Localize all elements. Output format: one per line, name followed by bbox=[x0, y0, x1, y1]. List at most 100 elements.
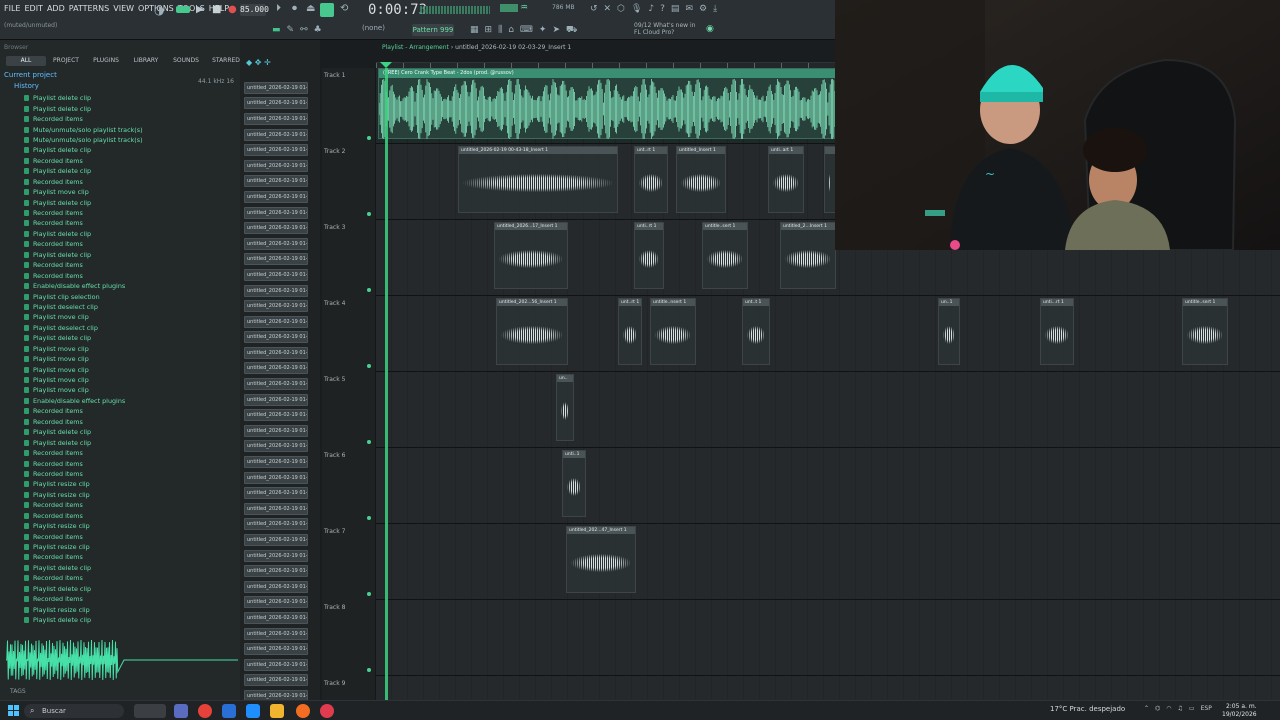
history-item[interactable]: Playlist delete clip bbox=[24, 427, 236, 437]
clip-source-item[interactable]: untitled_2026-02-19 01- bbox=[244, 80, 314, 96]
track-mute-led[interactable] bbox=[367, 288, 371, 292]
history-item[interactable]: Playlist delete clip bbox=[24, 437, 236, 447]
record-icon[interactable]: ● bbox=[228, 4, 237, 15]
track-mute-led[interactable] bbox=[367, 668, 371, 672]
link-icon[interactable]: ⚯ bbox=[300, 25, 308, 35]
news-ticker[interactable]: 09/12 What's new in FL Cloud Pro? bbox=[634, 22, 704, 36]
history-item[interactable]: Playlist delete clip bbox=[24, 615, 236, 625]
menu-patterns[interactable]: PATTERNS bbox=[69, 4, 109, 13]
clip-source-item[interactable]: untitled_2026-02-19 01- bbox=[244, 501, 314, 517]
history-item[interactable]: Playlist move clip bbox=[24, 375, 236, 385]
help-icon[interactable]: ? bbox=[660, 4, 665, 14]
history-item[interactable]: Playlist resize clip bbox=[24, 490, 236, 500]
paint-icon[interactable]: ♣ bbox=[314, 25, 322, 35]
history-item[interactable]: Recorded items bbox=[24, 511, 236, 521]
history-item[interactable]: Mute/unmute/solo playlist track(s) bbox=[24, 135, 236, 145]
audio-clip[interactable]: untitled_Insert 1 bbox=[676, 146, 726, 213]
chevron-up-icon[interactable]: ⌃ bbox=[1144, 705, 1149, 712]
mic-icon[interactable]: ✦ bbox=[539, 25, 547, 36]
clip-source-item[interactable]: untitled_2026-02-19 01- bbox=[244, 641, 314, 657]
track-lane[interactable]: untitled_202...56_Insert 1 unt..rt 1 untit… bbox=[376, 296, 1280, 372]
history-item[interactable]: Playlist move clip bbox=[24, 187, 236, 197]
clip-source-item[interactable]: untitled_2026-02-19 01- bbox=[244, 454, 314, 470]
audio-clip[interactable]: untitled_2...Insert 1 bbox=[780, 222, 836, 289]
history-item[interactable]: Playlist deselect clip bbox=[24, 302, 236, 312]
audio-clip[interactable]: (FREE) Cero Crank Type Beat - 2dos (prod… bbox=[378, 68, 836, 139]
piano-roll-icon[interactable]: ♪ bbox=[648, 4, 654, 14]
file-explorer-icon[interactable] bbox=[270, 704, 284, 718]
menu-file[interactable]: FILE bbox=[4, 4, 20, 13]
clip-source-item[interactable]: untitled_2026-02-19 01- bbox=[244, 236, 314, 252]
edge-icon[interactable] bbox=[246, 704, 260, 718]
history-item[interactable]: Playlist move clip bbox=[24, 312, 236, 322]
cart-icon[interactable]: ⛟ bbox=[566, 25, 577, 36]
history-item[interactable]: Recorded items bbox=[24, 114, 236, 124]
clip-source-item[interactable]: untitled_2026-02-19 01- bbox=[244, 392, 314, 408]
history-item[interactable]: Recorded items bbox=[24, 208, 236, 218]
track-lane[interactable]: untitled_202...47_Insert 1 bbox=[376, 524, 1280, 600]
clip-source-item[interactable]: untitled_2026-02-19 01- bbox=[244, 657, 314, 673]
history-item[interactable]: Recorded items bbox=[24, 458, 236, 468]
audio-clip[interactable]: untitled_2026-02-19 00-43-18_Insert 1 bbox=[458, 146, 618, 213]
history-item[interactable]: Playlist delete clip bbox=[24, 103, 236, 113]
clip-source-item[interactable]: untitled_2026-02-19 01- bbox=[244, 345, 314, 361]
metronome-icon[interactable]: ⏵ bbox=[276, 3, 281, 14]
clip-source-item[interactable]: untitled_2026-02-19 01- bbox=[244, 423, 314, 439]
clip-source-item[interactable]: untitled_2026-02-19 01- bbox=[244, 220, 314, 236]
history-item[interactable]: Recorded items bbox=[24, 417, 236, 427]
track-mute-led[interactable] bbox=[367, 136, 371, 140]
history-item[interactable]: Playlist resize clip bbox=[24, 521, 236, 531]
clip-source-item[interactable]: untitled_2026-02-19 01- bbox=[244, 189, 314, 205]
track-header[interactable]: Track 6 bbox=[322, 448, 376, 524]
wifi-icon[interactable]: ◠ bbox=[1166, 705, 1171, 712]
audio-clip[interactable]: untitled_2026...17_Insert 1 bbox=[494, 222, 568, 289]
audio-clip[interactable]: untitled_202...56_Insert 1 bbox=[496, 298, 568, 365]
track-lane[interactable]: un.. bbox=[376, 372, 1280, 448]
weather-widget[interactable]: 17°C Prac. despejado bbox=[1050, 705, 1125, 713]
clip-source-item[interactable]: untitled_2026-02-19 01- bbox=[244, 595, 314, 611]
history-item[interactable]: Playlist delete clip bbox=[24, 145, 236, 155]
track-header[interactable]: Track 7 bbox=[322, 524, 376, 600]
playlist-icon[interactable]: ▦ bbox=[470, 25, 479, 36]
history-item[interactable]: Recorded items bbox=[24, 239, 236, 249]
clip-source-item[interactable]: untitled_2026-02-19 01- bbox=[244, 283, 314, 299]
history-item[interactable]: Playlist delete clip bbox=[24, 333, 236, 343]
audio-clip[interactable]: unt..rt 1 bbox=[618, 298, 642, 365]
track-header[interactable]: Track 8 bbox=[322, 600, 376, 676]
history-item[interactable]: Recorded items bbox=[24, 448, 236, 458]
wait-input-icon[interactable]: ⏺ bbox=[292, 3, 297, 14]
audio-clip[interactable]: unti..1 bbox=[562, 450, 586, 517]
play-icon[interactable]: ▶ bbox=[196, 4, 204, 15]
blend-notes-toggle[interactable] bbox=[320, 3, 334, 17]
channel-rack-icon[interactable]: ⬡ bbox=[617, 4, 625, 14]
history-item[interactable]: Playlist delete clip bbox=[24, 229, 236, 239]
track-mute-led[interactable] bbox=[367, 364, 371, 368]
tab-library[interactable]: LIBRARY bbox=[126, 56, 166, 66]
download-icon[interactable]: ⤓ bbox=[713, 4, 717, 14]
clip-source-item[interactable]: untitled_2026-02-19 01- bbox=[244, 439, 314, 455]
clip-source-item[interactable]: untitled_2026-02-19 01- bbox=[244, 407, 314, 423]
volume-icon[interactable]: ♒ bbox=[520, 3, 528, 13]
history-item[interactable]: Recorded items bbox=[24, 531, 236, 541]
audio-clip[interactable]: unti...rt 1 bbox=[1040, 298, 1074, 365]
audio-clip[interactable]: untitled_202...47_Insert 1 bbox=[566, 526, 636, 593]
snap-icon[interactable]: ▬ bbox=[272, 25, 281, 35]
clip-source-item[interactable]: untitled_2026-02-19 01- bbox=[244, 314, 314, 330]
track-header[interactable]: Track 1 bbox=[322, 68, 376, 144]
countdown-icon[interactable]: ⏏ bbox=[306, 3, 315, 14]
track-mute-led[interactable] bbox=[367, 592, 371, 596]
audio-clip[interactable]: unt..t 1 bbox=[742, 298, 770, 365]
start-button[interactable] bbox=[8, 705, 20, 717]
clip-source-item[interactable]: untitled_2026-02-19 01- bbox=[244, 470, 314, 486]
clip-source-item[interactable]: untitled_2026-02-19 01- bbox=[244, 174, 314, 190]
tab-sounds[interactable]: SOUNDS bbox=[166, 56, 206, 66]
taskbar-clock[interactable]: 2:05 a. m. 19/02/2026 bbox=[1222, 703, 1257, 719]
history-item[interactable]: Playlist delete clip bbox=[24, 563, 236, 573]
clip-source-item[interactable]: untitled_2026-02-19 01- bbox=[244, 267, 314, 283]
history-item[interactable]: Playlist move clip bbox=[24, 344, 236, 354]
clip-source-item[interactable]: untitled_2026-02-19 01- bbox=[244, 376, 314, 392]
history-item[interactable]: Playlist deselect clip bbox=[24, 323, 236, 333]
chrome-icon[interactable] bbox=[198, 704, 212, 718]
history-item[interactable]: Playlist move clip bbox=[24, 354, 236, 364]
clip-source-item[interactable]: untitled_2026-02-19 01- bbox=[244, 626, 314, 642]
